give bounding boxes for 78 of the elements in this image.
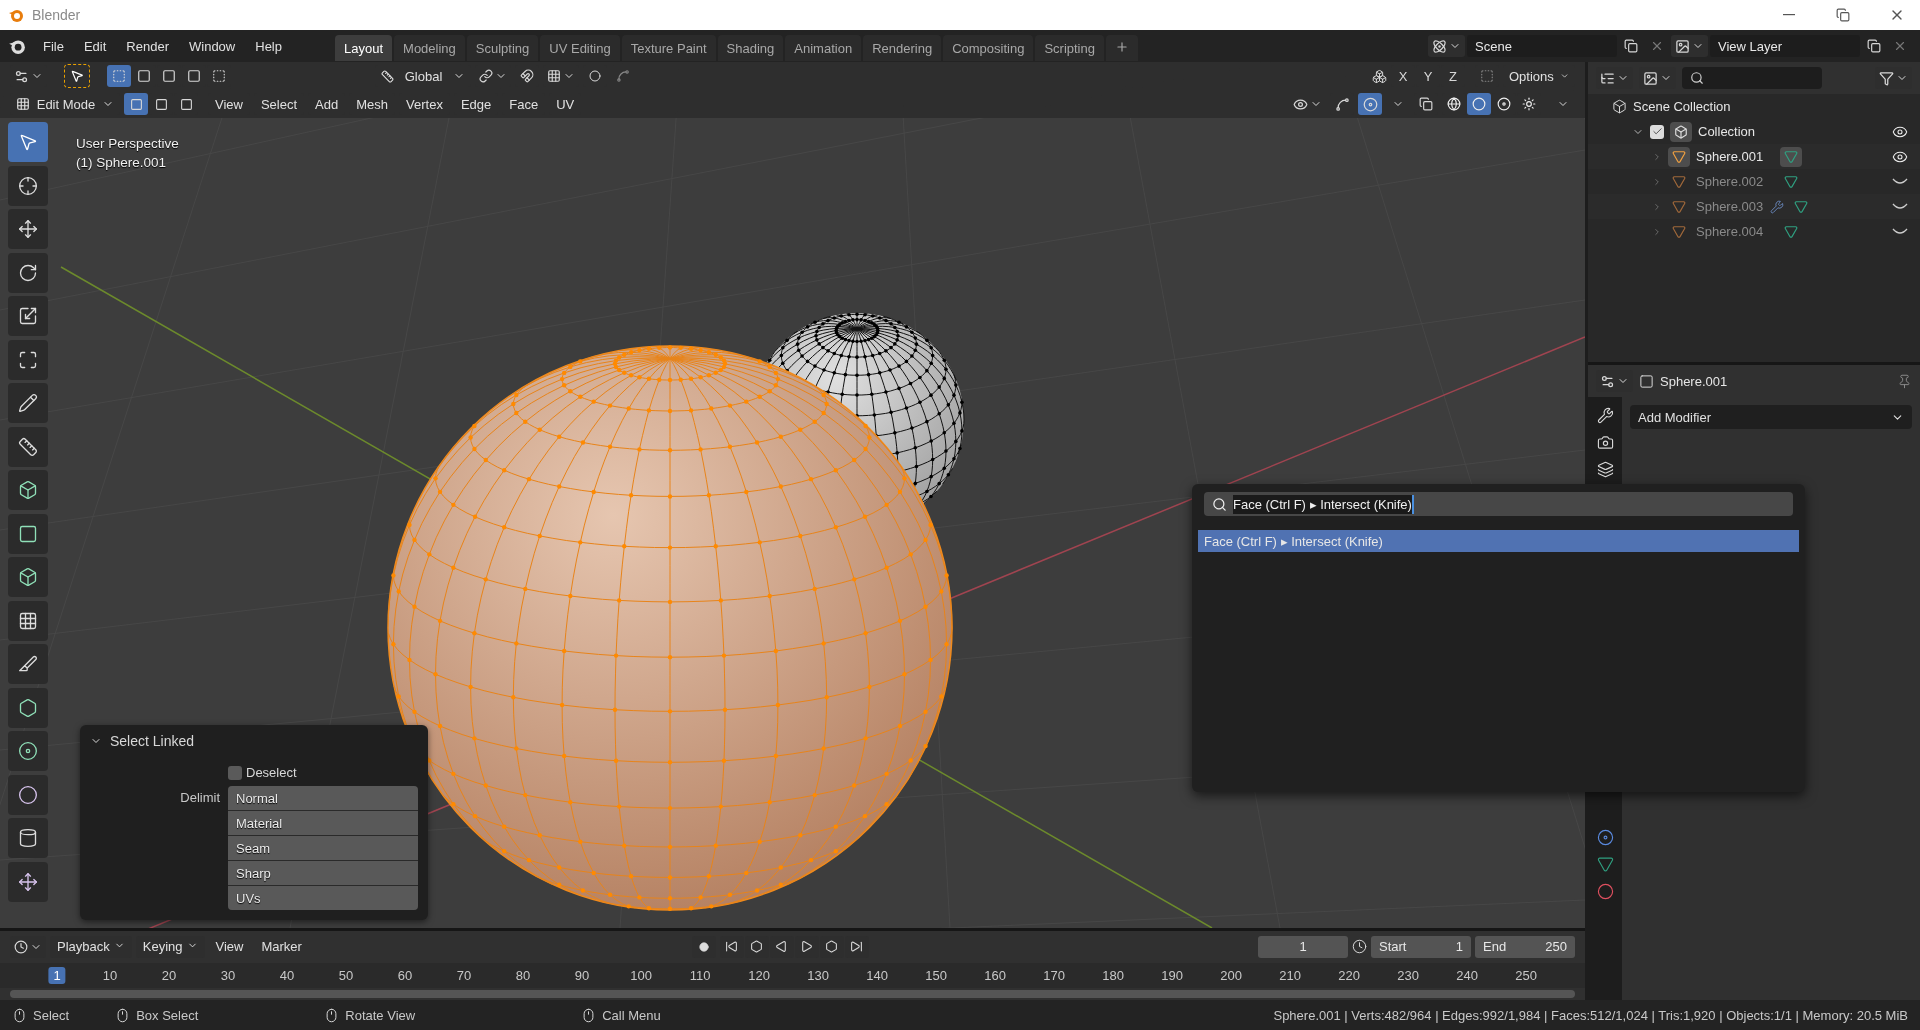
timeline-menu[interactable]: View [208, 935, 251, 958]
workspace-tab[interactable]: Modeling [394, 35, 465, 61]
frame-number: 10 [101, 966, 119, 984]
frame-number: 30 [219, 966, 237, 984]
frame-number: 150 [924, 966, 948, 984]
menu-item[interactable]: Edit [74, 34, 116, 58]
viewport-info-text: User Perspective [76, 136, 179, 151]
workspace-tab[interactable]: Rendering [863, 35, 942, 61]
frame-number: 120 [747, 966, 771, 984]
status-hint: Call Menu [602, 1007, 661, 1023]
status-hint: Select [33, 1007, 70, 1023]
outliner-label: Scene Collection [1633, 99, 1732, 114]
viewport-info-text: (1) Sphere.001 [76, 155, 168, 170]
workspace-tab[interactable]: UV Editing [540, 35, 620, 61]
delimit-option[interactable]: Material [228, 811, 418, 835]
end-value: 250 [1545, 939, 1567, 955]
scene-name-field[interactable]: Scene [1467, 35, 1617, 57]
frame-number: 100 [629, 966, 653, 984]
panel-header[interactable]: Select Linked [90, 733, 418, 749]
delimit-option[interactable]: Sharp [228, 861, 418, 885]
outliner-label: Sphere.003 [1696, 199, 1764, 214]
workspace-tab[interactable]: Shading [717, 35, 784, 61]
workspace-tab[interactable]: Texture Paint [621, 35, 716, 61]
deselect-checkbox[interactable]: Deselect [228, 765, 418, 780]
frame-number: 90 [573, 966, 591, 984]
frame-number: 50 [337, 966, 355, 984]
outliner-label: Sphere.002 [1696, 174, 1765, 189]
view-layer-name-field[interactable]: View Layer [1710, 35, 1860, 57]
frame-number: 230 [1396, 966, 1420, 984]
search-field[interactable]: Face (Ctrl F) ▸ Intersect (Knife) [1204, 492, 1793, 516]
frame-number: 190 [1160, 966, 1184, 984]
add-modifier-dropdown[interactable]: Add Modifier [1630, 405, 1912, 429]
start-frame-field[interactable]: Start 1 [1371, 935, 1471, 958]
status-hint: Rotate View [345, 1007, 416, 1023]
frame-number: 160 [983, 966, 1007, 984]
menu-item[interactable]: File [34, 34, 73, 58]
frame-number: 80 [514, 966, 532, 984]
workspace-tab[interactable]: Sculpting [466, 35, 539, 61]
scene-statistics: Sphere.001 | Verts:482/964 | Edges:992/1,984 | Faces:512/1,024 | Tris:1,920 | Objects:1/1 | Memory: 20.5 MiB [1273, 1007, 1908, 1023]
search-result[interactable]: Face (Ctrl F) ▸ Intersect (Knife) [1198, 530, 1799, 552]
frame-number: 170 [1042, 966, 1066, 984]
timeline-menu[interactable]: Marker [254, 935, 309, 958]
workspace-tab[interactable]: Layout [335, 35, 393, 61]
delimit-option[interactable]: Normal [228, 786, 418, 810]
workspace-tab[interactable]: Scripting [1035, 35, 1104, 61]
frame-number: 220 [1337, 966, 1361, 984]
frame-number: 110 [688, 966, 712, 984]
object-name: Sphere.001 [1660, 373, 1729, 389]
frame-number: 1 [48, 966, 66, 984]
outliner-label: Sphere.001 [1696, 149, 1765, 164]
menu-item[interactable]: Help [246, 34, 291, 58]
delimit-option[interactable]: Seam [228, 836, 418, 860]
frame-number: 250 [1514, 966, 1538, 984]
frame-number: 70 [455, 966, 473, 984]
start-value: 1 [1455, 939, 1463, 955]
frame-number: 200 [1219, 966, 1243, 984]
delimit-label: Delimit [179, 789, 220, 805]
outliner-label: Collection [1698, 124, 1757, 139]
frame-number: 240 [1455, 966, 1479, 984]
end-label: End [1483, 939, 1507, 955]
frame-number: 20 [160, 966, 178, 984]
window-title: Blender [32, 7, 82, 23]
delimit-option[interactable]: UVs [228, 886, 418, 910]
frame-number: 140 [865, 966, 889, 984]
outliner-label: Sphere.004 [1696, 224, 1765, 239]
end-frame-field[interactable]: End 250 [1475, 935, 1575, 958]
start-label: Start [1379, 939, 1407, 955]
frame-number: 60 [396, 966, 414, 984]
frame-number: 180 [1101, 966, 1125, 984]
menu-item[interactable]: Render [117, 34, 178, 58]
frame-number: 40 [278, 966, 296, 984]
frame-number: 130 [806, 966, 830, 984]
workspace-tab[interactable]: Animation [785, 35, 862, 61]
workspace-tab[interactable]: Compositing [943, 35, 1034, 61]
status-hint: Box Select [136, 1007, 199, 1023]
frame-number: 210 [1278, 966, 1302, 984]
current-frame-field[interactable]: 1 [1258, 935, 1348, 958]
menu-item[interactable]: Window [180, 34, 245, 58]
